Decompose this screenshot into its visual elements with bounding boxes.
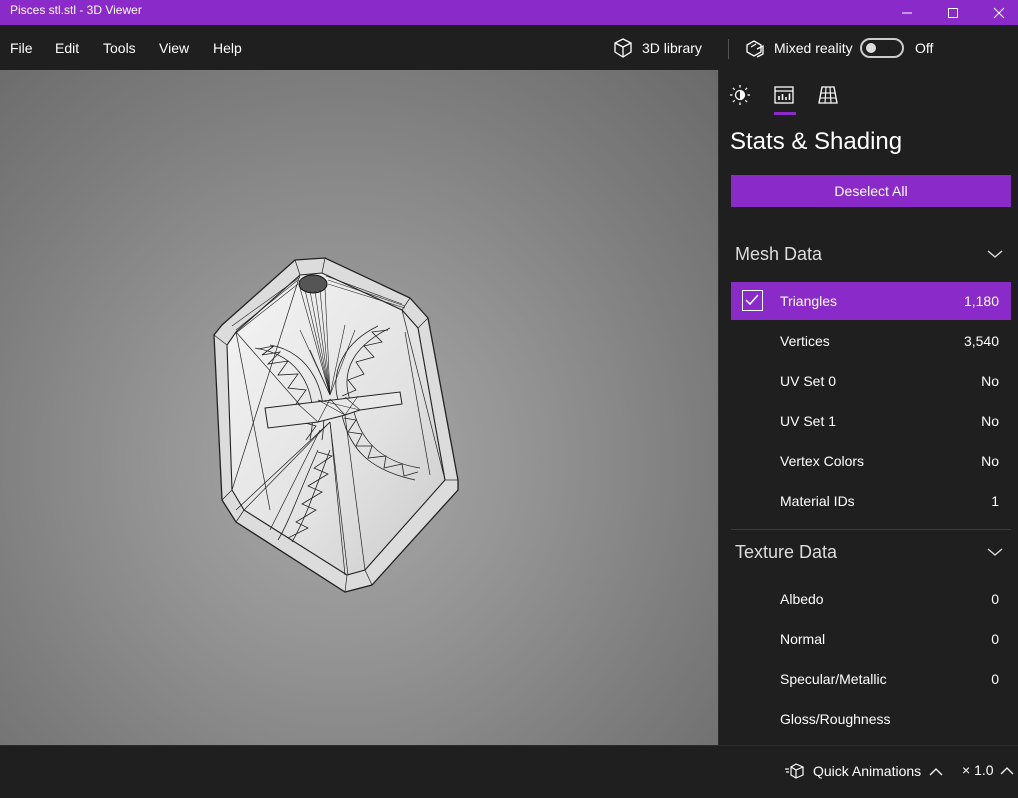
mesh-row-vertices[interactable]: Vertices 3,540 [731, 322, 1011, 360]
row-value: 3,540 [963, 333, 999, 349]
row-label: Vertex Colors [780, 453, 865, 469]
row-label: Vertices [780, 333, 830, 349]
animation-speed-button[interactable]: × 1.0 [962, 762, 1014, 778]
toggle-knob [866, 43, 876, 53]
texture-data-header[interactable]: Texture Data [731, 538, 1011, 568]
mixed-reality-icon [746, 40, 764, 58]
mixed-reality-toggle[interactable] [860, 38, 904, 58]
texture-row-gloss-roughness[interactable]: Gloss/Roughness [731, 700, 1011, 738]
menu-tools[interactable]: Tools [103, 40, 136, 56]
minimize-button[interactable] [884, 0, 930, 25]
quick-animations-label: Quick Animations [813, 763, 922, 779]
cube-icon [614, 38, 632, 58]
tab-grid[interactable] [815, 82, 841, 108]
chevron-up-icon [1000, 766, 1013, 774]
menu-bar: File Edit Tools View Help 3D library Mix… [0, 25, 1018, 70]
stats-icon [774, 86, 794, 104]
grid-icon [818, 86, 838, 104]
row-label: UV Set 1 [780, 413, 837, 429]
chevron-up-icon [929, 767, 943, 775]
mesh-row-vertex-colors[interactable]: Vertex Colors No [731, 442, 1011, 480]
checkmark-icon [745, 294, 759, 306]
menu-help[interactable]: Help [213, 40, 242, 56]
menu-divider [728, 39, 729, 59]
quick-animations-button[interactable]: Quick Animations [785, 762, 943, 780]
menu-edit[interactable]: Edit [55, 40, 79, 56]
row-value: No [981, 453, 999, 469]
row-value: 1,180 [963, 293, 999, 309]
row-value: No [981, 413, 999, 429]
row-label: Triangles [780, 293, 838, 309]
3d-library-button[interactable]: 3D library [612, 36, 702, 60]
mesh-data-title: Mesh Data [735, 244, 823, 264]
pisces-model [213, 257, 459, 593]
texture-row-specular-metallic[interactable]: Specular/Metallic 0 [731, 660, 1011, 698]
chevron-down-icon [987, 250, 1003, 258]
tab-lighting[interactable] [727, 82, 753, 108]
close-button[interactable] [976, 0, 1018, 25]
mesh-row-uv-set-0[interactable]: UV Set 0 No [731, 362, 1011, 400]
texture-row-albedo[interactable]: Albedo 0 [731, 580, 1011, 618]
close-icon [993, 7, 1005, 18]
toggle-state-label: Off [915, 40, 934, 56]
row-label: Gloss/Roughness [780, 711, 891, 727]
row-label: Specular/Metallic [780, 671, 887, 687]
checkbox-triangles[interactable] [742, 290, 763, 311]
mixed-reality-button[interactable]: Mixed reality [744, 36, 853, 60]
title-bar: Pisces stl.stl - 3D Viewer [0, 0, 1018, 25]
row-value: 0 [991, 671, 999, 687]
mixed-reality-label: Mixed reality [774, 40, 853, 56]
3d-viewport[interactable] [0, 70, 718, 745]
status-bar: Quick Animations × 1.0 [0, 745, 1018, 798]
animation-cube-icon [785, 763, 804, 779]
stats-panel: Stats & Shading Deselect All Mesh Data T… [718, 70, 1018, 745]
row-value: No [981, 373, 999, 389]
menu-view[interactable]: View [159, 40, 189, 56]
panel-title: Stats & Shading [730, 128, 903, 155]
maximize-button[interactable] [930, 0, 976, 25]
active-tab-indicator [774, 112, 796, 115]
3d-library-label: 3D library [642, 40, 702, 56]
deselect-all-button[interactable]: Deselect All [731, 175, 1011, 207]
row-value: 0 [991, 591, 999, 607]
minimize-icon [902, 12, 912, 13]
texture-data-title: Texture Data [735, 542, 838, 562]
row-label: Albedo [780, 591, 824, 607]
row-value: 0 [991, 631, 999, 647]
row-label: Material IDs [780, 493, 855, 509]
mesh-row-material-ids[interactable]: Material IDs 1 [731, 482, 1011, 520]
animation-speed-label: × 1.0 [962, 762, 994, 778]
section-divider [731, 529, 1011, 530]
lighting-icon [730, 85, 750, 105]
row-label: UV Set 0 [780, 373, 837, 389]
maximize-icon [948, 7, 958, 18]
row-value: 1 [991, 493, 999, 509]
texture-row-normal[interactable]: Normal 0 [731, 620, 1011, 658]
mesh-row-triangles[interactable]: Triangles 1,180 [731, 282, 1011, 320]
window-title: Pisces stl.stl - 3D Viewer [10, 3, 142, 17]
menu-file[interactable]: File [10, 40, 33, 56]
mesh-row-uv-set-1[interactable]: UV Set 1 No [731, 402, 1011, 440]
mesh-data-header[interactable]: Mesh Data [731, 240, 1011, 270]
row-label: Normal [780, 631, 826, 647]
tab-stats[interactable] [771, 82, 797, 108]
chevron-down-icon [987, 548, 1003, 556]
